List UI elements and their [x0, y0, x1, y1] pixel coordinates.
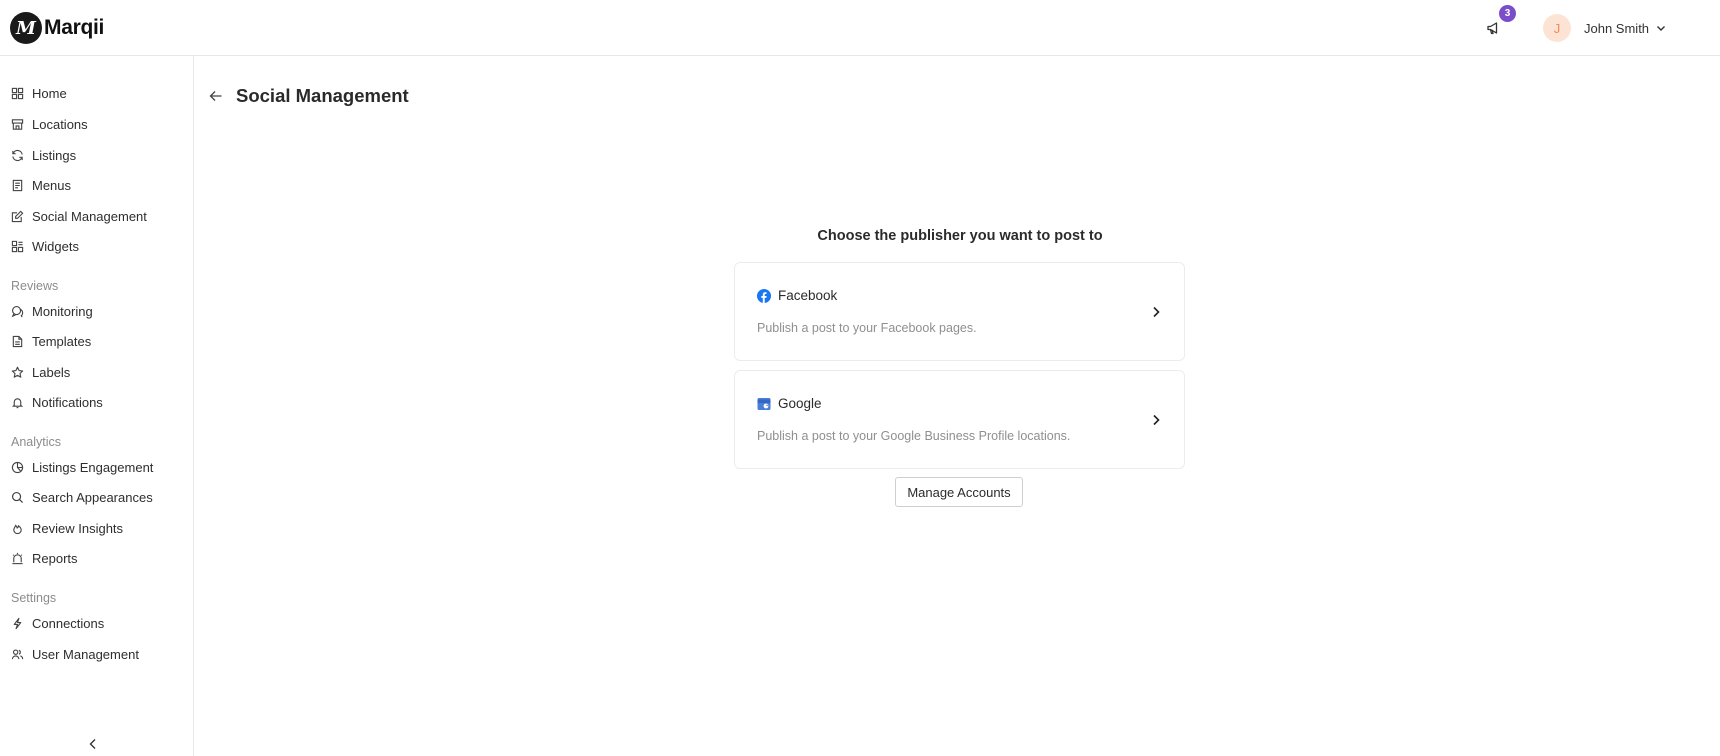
sidebar-item-label: Locations — [32, 116, 88, 132]
flame-icon — [13, 524, 22, 534]
publisher-name: Facebook — [778, 288, 838, 303]
google-business-icon — [757, 397, 771, 410]
publisher-title-row: Google — [757, 396, 822, 411]
user-name: John Smith — [1584, 20, 1650, 36]
sidebar-item-label: Home — [32, 85, 67, 101]
arrow-left-icon — [209, 91, 222, 101]
document-icon — [12, 335, 23, 347]
sidebar-item-listings-engagement[interactable]: Listings Engagement — [0, 454, 193, 480]
chevron-down-icon — [1657, 26, 1666, 31]
publisher-description: Publish a post to your Google Business P… — [757, 429, 1071, 443]
star-icon — [11, 366, 24, 378]
sidebar-item-widgets[interactable]: Widgets — [0, 233, 193, 259]
sidebar-item-notifications[interactable]: Notifications — [0, 389, 193, 415]
logo-mark-icon: M — [10, 12, 42, 44]
refresh-icon — [12, 149, 23, 161]
sidebar-item-monitoring[interactable]: Monitoring — [0, 298, 193, 324]
chevron-left-icon — [89, 739, 96, 749]
chevron-right-icon — [1153, 414, 1160, 426]
bell-icon — [11, 397, 24, 408]
users-icon — [11, 648, 24, 659]
search-icon — [11, 491, 24, 503]
sidebar-item-label: Social Management — [32, 208, 147, 224]
sidebar-item-label: Labels — [32, 364, 71, 380]
sidebar-item-connections[interactable]: Connections — [0, 610, 193, 636]
sidebar-item-listings[interactable]: Listings — [0, 142, 193, 168]
notification-count-badge: 3 — [1499, 5, 1516, 22]
chat-bubbles-icon — [11, 305, 24, 317]
sidebar-item-menus[interactable]: Menus — [0, 172, 193, 198]
top-bar: M Marqii 3 J John Smith — [0, 0, 1720, 56]
user-menu[interactable]: J John Smith — [1543, 13, 1667, 43]
sidebar-item-search-appearances[interactable]: Search Appearances — [0, 484, 193, 510]
lightning-icon — [13, 617, 22, 629]
facebook-icon — [757, 288, 771, 303]
collapse-sidebar-button[interactable] — [86, 737, 102, 753]
sidebar-item-label: User Management — [32, 646, 139, 662]
widgets-icon — [11, 240, 24, 252]
sidebar-item-label: Reports — [32, 550, 78, 566]
avatar: J — [1543, 14, 1571, 42]
manage-accounts-button[interactable]: Manage Accounts — [895, 477, 1023, 507]
page-title: Social Management — [236, 85, 409, 106]
menu-book-icon — [12, 179, 23, 191]
sidebar-item-label: Menus — [32, 177, 72, 193]
sidebar-item-label: Monitoring — [32, 303, 93, 319]
page-header: Social Management — [208, 84, 409, 108]
sidebar-item-templates[interactable]: Templates — [0, 328, 193, 354]
sidebar-item-home[interactable]: Home — [0, 80, 193, 106]
sidebar-item-label: Listings — [32, 147, 77, 163]
section-heading-analytics: Analytics — [11, 435, 62, 449]
chevron-right-icon — [1153, 306, 1160, 318]
publisher-name: Google — [778, 396, 822, 411]
sidebar: Home Locations Listings Menus Social Man… — [0, 56, 194, 756]
sidebar-item-reports[interactable]: Reports — [0, 545, 193, 571]
sidebar-item-labels[interactable]: Labels — [0, 359, 193, 385]
publisher-card-google[interactable]: Google Publish a post to your Google Bus… — [734, 370, 1185, 469]
section-heading-settings: Settings — [11, 591, 57, 605]
store-icon — [11, 118, 24, 130]
publisher-card-facebook[interactable]: Facebook Publish a post to your Facebook… — [734, 262, 1185, 361]
megaphone-icon — [1487, 22, 1498, 35]
publisher-description: Publish a post to your Facebook pages. — [757, 321, 977, 335]
sidebar-item-label: Widgets — [32, 238, 79, 254]
alarm-icon — [12, 552, 23, 564]
back-button[interactable] — [208, 88, 224, 104]
brand-logo[interactable]: M Marqii — [10, 12, 104, 44]
announcements-button[interactable] — [1484, 17, 1504, 37]
sidebar-item-locations[interactable]: Locations — [0, 111, 193, 137]
sidebar-item-label: Templates — [32, 333, 92, 349]
publisher-title-row: Facebook — [757, 288, 837, 303]
brand-name: Marqii — [44, 16, 105, 39]
sidebar-item-label: Review Insights — [32, 520, 124, 536]
sidebar-item-label: Notifications — [32, 394, 103, 410]
section-heading-reviews: Reviews — [11, 279, 59, 293]
publisher-prompt: Choose the publisher you want to post to — [817, 228, 1103, 244]
sidebar-item-label: Search Appearances — [32, 489, 153, 505]
sidebar-item-review-insights[interactable]: Review Insights — [0, 515, 193, 541]
sidebar-item-label: Connections — [32, 615, 105, 631]
pie-chart-icon — [11, 461, 24, 473]
edit-icon — [11, 210, 24, 222]
sidebar-item-user-management[interactable]: User Management — [0, 641, 193, 667]
grid-icon — [11, 87, 24, 99]
sidebar-item-label: Listings Engagement — [32, 459, 154, 475]
sidebar-item-social-management[interactable]: Social Management — [0, 203, 193, 229]
